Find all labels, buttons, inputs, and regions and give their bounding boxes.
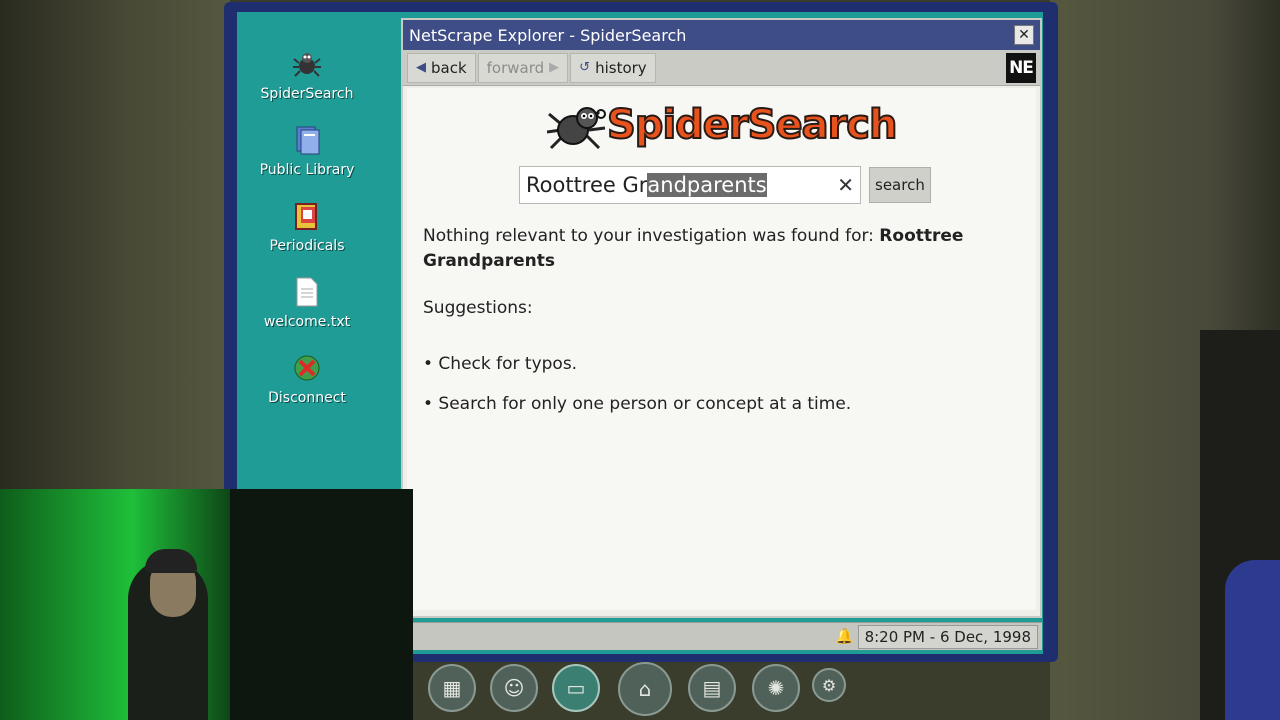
back-button[interactable]: ◀ back — [407, 52, 476, 83]
desktop-icon-label: Disconnect — [268, 390, 346, 406]
arrow-right-icon: ▶ — [549, 60, 560, 75]
search-button[interactable]: search — [869, 167, 931, 203]
forward-label: forward — [486, 58, 545, 77]
search-input[interactable]: Roottree Gr andparents ✕ — [519, 166, 861, 204]
page-content: SpiderSearch Roottree Gr andparents ✕ sea… — [407, 88, 1036, 610]
clear-icon[interactable]: ✕ — [837, 173, 854, 197]
books-icon — [291, 124, 323, 156]
window-title: NetScrape Explorer - SpiderSearch — [409, 25, 687, 45]
desktop-icon-spidersearch[interactable]: SpiderSearch — [247, 48, 367, 102]
desktop-icon-disconnect[interactable]: Disconnect — [247, 352, 367, 406]
disconnect-icon — [291, 352, 323, 384]
desktop-icon-public-library[interactable]: Public Library — [247, 124, 367, 178]
home-icon[interactable]: ⌂ — [618, 662, 672, 716]
webcam-wall — [230, 489, 413, 720]
search-text-selection: andparents — [647, 173, 767, 197]
spidersearch-logo: SpiderSearch — [546, 98, 898, 152]
board-icon[interactable]: ▦ — [428, 664, 476, 712]
notebook-icon[interactable]: ▤ — [688, 664, 736, 712]
result-prefix: Nothing relevant to your investigation w… — [423, 226, 874, 246]
room-background-right — [1050, 0, 1280, 720]
text-file-icon — [291, 276, 323, 308]
browser-titlebar[interactable]: NetScrape Explorer - SpiderSearch ✕ — [403, 20, 1040, 50]
taskbar: 🔔 ▣ 8:20 PM - 6 Dec, 1998 — [412, 622, 1042, 650]
room-chair — [1225, 560, 1280, 720]
suggestion-item: • Search for only one person or concept … — [423, 394, 852, 414]
browser-toolbar: ◀ back forward ▶ ↺ history NE — [403, 50, 1040, 86]
desktop-icon-welcome-txt[interactable]: welcome.txt — [247, 276, 367, 330]
game-dock: ▦ ☺ ▭ ⌂ ▤ ✺ ⚙ — [420, 660, 860, 720]
suggestions-title: Suggestions: — [423, 298, 533, 318]
profile-search-icon[interactable]: ☺ — [490, 664, 538, 712]
settings-icon[interactable]: ⚙ — [812, 668, 846, 702]
browser-window: NetScrape Explorer - SpiderSearch ✕ ◀ ba… — [401, 18, 1042, 618]
computer-icon[interactable]: ▭ — [552, 664, 600, 712]
lightbulb-icon[interactable]: ✺ — [752, 664, 800, 712]
webcam-overlay — [0, 489, 413, 720]
history-icon: ↺ — [579, 60, 591, 75]
suggestion-item: • Check for typos. — [423, 354, 578, 374]
close-button[interactable]: ✕ — [1014, 25, 1034, 45]
bell-icon[interactable]: 🔔 — [835, 627, 854, 645]
netscrape-logo: NE — [1006, 53, 1036, 83]
clock: 8:20 PM - 6 Dec, 1998 — [857, 625, 1038, 649]
magazine-icon — [291, 200, 323, 232]
back-label: back — [431, 58, 467, 77]
streamer-cap — [145, 549, 197, 573]
no-results-message: Nothing relevant to your investigation w… — [423, 224, 983, 274]
logo-text: SpiderSearch — [606, 101, 898, 149]
history-button[interactable]: ↺ history — [570, 52, 656, 83]
search-row: Roottree Gr andparents ✕ search — [519, 166, 931, 204]
desktop-icon-periodicals[interactable]: Periodicals — [247, 200, 367, 254]
spider-icon — [291, 48, 323, 80]
desktop-icon-label: welcome.txt — [263, 314, 351, 330]
search-text: Roottree Gr — [526, 173, 648, 197]
desktop-icon-label: Public Library — [259, 162, 355, 178]
arrow-left-icon: ◀ — [416, 60, 426, 75]
desktop-icon-label: Periodicals — [269, 238, 345, 254]
forward-button[interactable]: forward ▶ — [477, 52, 569, 83]
history-label: history — [595, 58, 647, 77]
spider-mascot-icon — [546, 98, 607, 152]
desktop-icon-label: SpiderSearch — [260, 86, 354, 102]
